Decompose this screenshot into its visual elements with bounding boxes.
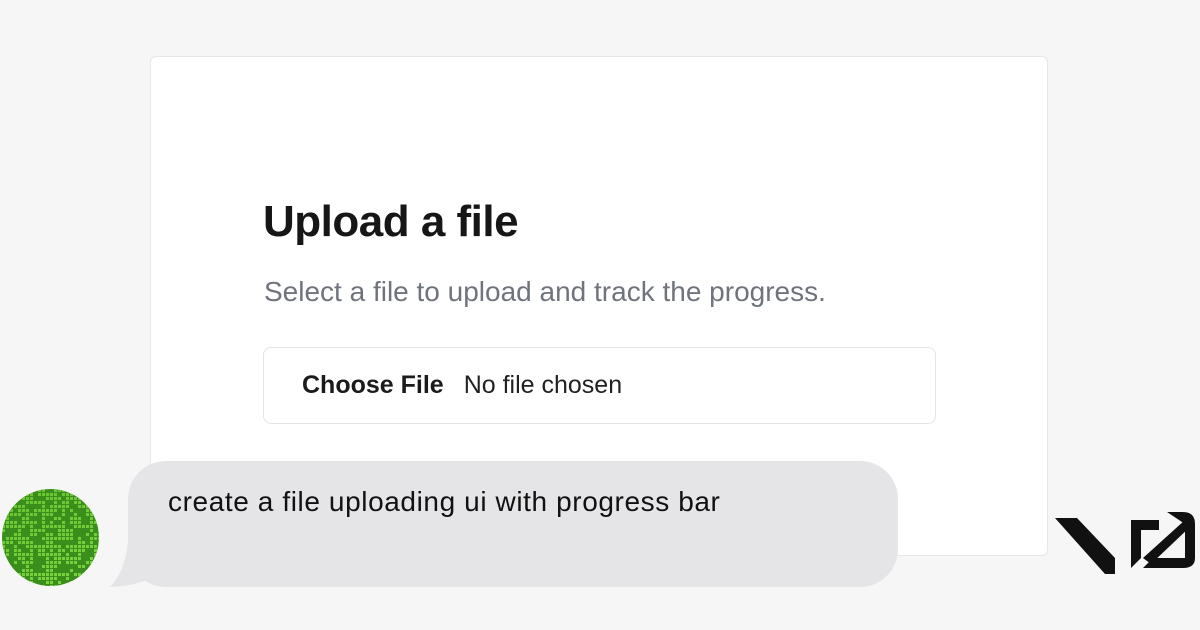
file-status-text: No file chosen	[463, 371, 623, 399]
chat-message-text: create a file uploading ui with progress…	[168, 486, 721, 517]
chat-message-bubble: create a file uploading ui with progress…	[128, 461, 898, 587]
upload-title: Upload a file	[263, 197, 519, 246]
v0-logo-icon	[1055, 512, 1195, 574]
avatar-icon	[2, 489, 99, 586]
upload-subtitle: Select a file to upload and track the pr…	[264, 276, 826, 307]
file-input[interactable]: Choose File No file chosen	[263, 347, 936, 424]
choose-file-button[interactable]: Choose File	[302, 371, 444, 400]
